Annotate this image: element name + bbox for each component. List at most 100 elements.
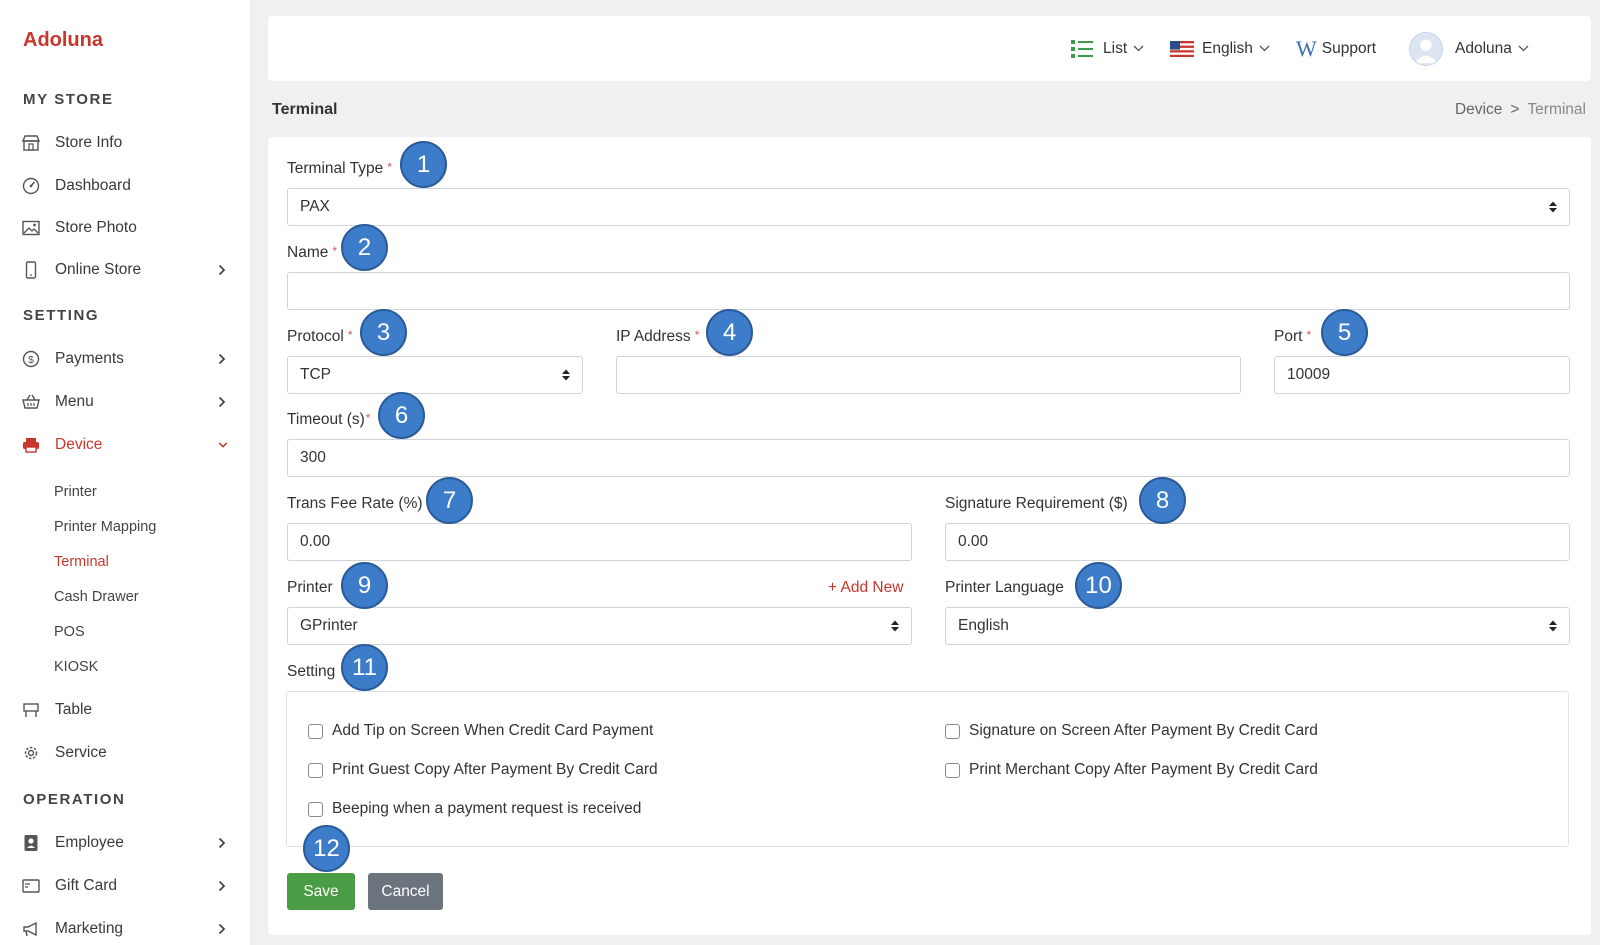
sidebar-item-store-info[interactable]: Store Info [22, 131, 228, 155]
chevron-right-icon [218, 264, 228, 276]
sidebar-item-label: Store Photo [55, 219, 137, 236]
sidebar-item-label: Device [55, 436, 103, 453]
sidebar-item-employee[interactable]: Employee [22, 831, 228, 855]
sidebar-item-label: Online Store [55, 261, 142, 278]
sidebar-subitem-terminal[interactable]: Terminal [54, 554, 109, 570]
table-icon [22, 701, 40, 719]
trans-fee-input[interactable]: 0.00 [287, 523, 912, 561]
protocol-select[interactable]: TCP [287, 356, 583, 394]
breadcrumb-device[interactable]: Device [1455, 101, 1502, 119]
sidebar-item-gift-card[interactable]: Gift Card [22, 874, 228, 898]
signature-requirement-label: Signature Requirement ($) [945, 495, 1128, 512]
terminal-type-select[interactable]: PAX [287, 188, 1570, 226]
annotation-badge-2: 2 [341, 224, 388, 271]
save-button[interactable]: Save [287, 873, 355, 910]
annotation-badge-10: 10 [1075, 562, 1122, 609]
sidebar-item-store-photo[interactable]: Store Photo [22, 216, 228, 240]
sidebar: Adoluna MY STORE Store Info Dashboard St… [0, 0, 250, 945]
support-link[interactable]: W Support [1296, 16, 1376, 81]
signature-requirement-input[interactable]: 0.00 [945, 523, 1570, 561]
annotation-badge-4: 4 [706, 309, 753, 356]
store-icon [22, 134, 40, 152]
checkbox[interactable] [945, 723, 960, 739]
breadcrumb-separator: > [1510, 101, 1520, 118]
sidebar-subitem-kiosk[interactable]: KIOSK [54, 659, 98, 675]
sidebar-subitem-printer[interactable]: Printer [54, 484, 97, 500]
sidebar-item-label: Store Info [55, 134, 123, 151]
port-label: Port * [1274, 328, 1312, 345]
support-label: Support [1321, 39, 1377, 57]
checkbox-add-tip[interactable]: Add Tip on Screen When Credit Card Payme… [308, 722, 653, 740]
annotation-badge-1: 1 [400, 141, 447, 188]
checkbox-print-merchant-copy[interactable]: Print Merchant Copy After Payment By Cre… [945, 761, 1318, 779]
annotation-badge-11: 11 [341, 644, 388, 691]
avatar [1409, 31, 1443, 66]
dollar-icon: $ [22, 350, 40, 368]
sidebar-item-label: Marketing [55, 920, 124, 937]
sidebar-subitem-pos[interactable]: POS [54, 624, 85, 640]
list-menu[interactable]: List [1071, 16, 1144, 81]
checkbox-print-guest-copy[interactable]: Print Guest Copy After Payment By Credit… [308, 761, 658, 779]
section-my-store: MY STORE [23, 91, 114, 108]
annotation-badge-3: 3 [360, 309, 407, 356]
printer-label: Printer [287, 579, 333, 596]
chevron-down-icon [1259, 45, 1270, 52]
sidebar-item-online-store[interactable]: Online Store [22, 258, 228, 282]
checkbox-signature-on-screen[interactable]: Signature on Screen After Payment By Cre… [945, 722, 1318, 740]
timeout-input[interactable]: 300 [287, 439, 1570, 477]
language-menu[interactable]: English [1170, 16, 1270, 81]
user-menu[interactable]: Adoluna [1409, 16, 1529, 81]
sidebar-item-dashboard[interactable]: Dashboard [22, 174, 228, 198]
ip-address-label: IP Address * [616, 328, 700, 345]
sidebar-item-table[interactable]: Table [22, 698, 228, 722]
checkbox[interactable] [308, 762, 323, 778]
printer-language-value: English [958, 617, 1009, 634]
printer-icon [22, 436, 40, 454]
cancel-button[interactable]: Cancel [368, 873, 443, 910]
checkbox[interactable] [308, 801, 323, 817]
sidebar-item-label: Table [55, 701, 93, 718]
chevron-down-icon [1133, 45, 1144, 52]
ip-address-input[interactable] [616, 356, 1241, 394]
protocol-label: Protocol * [287, 328, 353, 345]
printer-value: GPrinter [300, 617, 358, 634]
top-bar: List English W Support Adoluna [268, 16, 1591, 81]
select-arrows-icon [891, 620, 899, 632]
app-logo[interactable]: Adoluna [23, 29, 103, 52]
protocol-value: TCP [300, 366, 331, 383]
megaphone-icon [22, 920, 40, 938]
breadcrumb: Device > Terminal [1455, 101, 1586, 119]
printer-select[interactable]: GPrinter [287, 607, 912, 645]
terminal-type-value: PAX [300, 198, 330, 215]
name-input[interactable] [287, 272, 1570, 310]
us-flag-icon [1170, 40, 1194, 57]
printer-language-select[interactable]: English [945, 607, 1570, 645]
dashboard-icon [22, 177, 40, 195]
annotation-badge-8: 8 [1139, 477, 1186, 524]
chevron-right-icon [218, 880, 228, 892]
sidebar-item-device[interactable]: Device [22, 433, 228, 457]
sidebar-item-label: Gift Card [55, 877, 118, 894]
add-new-printer-link[interactable]: + Add New [828, 579, 903, 597]
annotation-badge-12: 12 [303, 825, 350, 872]
sidebar-item-payments[interactable]: $ Payments [22, 347, 228, 371]
checkbox-beeping[interactable]: Beeping when a payment request is receiv… [308, 800, 641, 818]
chevron-down-icon [218, 440, 228, 450]
checkbox[interactable] [308, 723, 323, 739]
basket-icon [22, 393, 40, 411]
support-w-icon: W [1296, 35, 1317, 61]
sidebar-item-menu[interactable]: Menu [22, 390, 228, 414]
sidebar-subitem-printer-mapping[interactable]: Printer Mapping [54, 519, 156, 535]
section-operation: OPERATION [23, 791, 126, 808]
list-icon [1071, 39, 1093, 59]
port-input[interactable]: 10009 [1274, 356, 1570, 394]
sidebar-item-label: Menu [55, 393, 94, 410]
annotation-badge-6: 6 [378, 392, 425, 439]
sidebar-subitem-cash-drawer[interactable]: Cash Drawer [54, 589, 139, 605]
select-arrows-icon [1549, 201, 1557, 213]
annotation-badge-7: 7 [426, 477, 473, 524]
page-title: Terminal [272, 101, 338, 118]
sidebar-item-service[interactable]: Service [22, 741, 228, 765]
sidebar-item-marketing[interactable]: Marketing [22, 917, 228, 941]
checkbox[interactable] [945, 762, 960, 778]
